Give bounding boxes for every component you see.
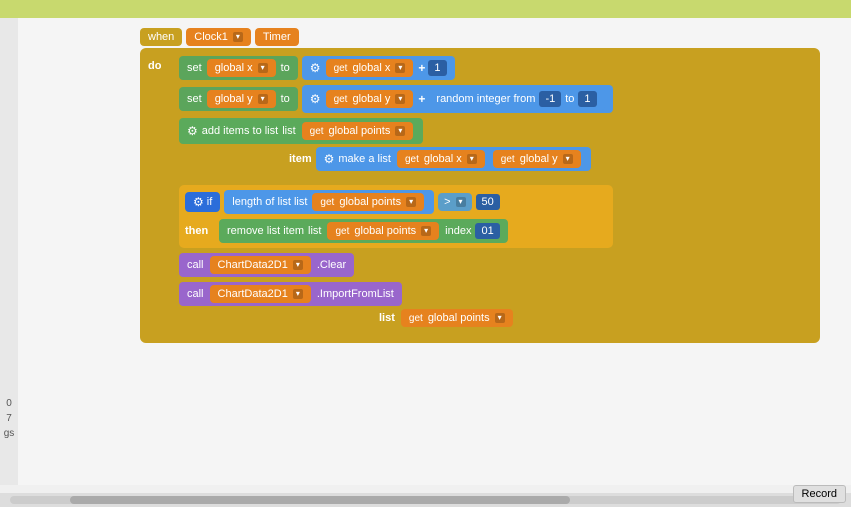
gear-icon-make: ⚙	[324, 152, 335, 166]
get-global-y-block[interactable]: get global y ▾	[326, 90, 414, 108]
top-bar	[0, 0, 851, 18]
length-points-dropdown[interactable]: get global points ▾	[312, 193, 424, 211]
global-x-arrow[interactable]: ▾	[258, 63, 268, 73]
num-one[interactable]: 1	[428, 60, 446, 76]
timer-block[interactable]: Timer	[255, 28, 299, 46]
length-of-list-block[interactable]: length of list list get global points ▾	[224, 190, 434, 214]
when-block[interactable]: when	[140, 28, 182, 46]
gear-icon-y: ⚙	[310, 92, 321, 106]
get-x-plus-block[interactable]: ⚙ get global x ▾ + 1	[302, 56, 455, 80]
make-list-x[interactable]: get global x ▾	[397, 150, 485, 168]
clock1-dropdown[interactable]: ▾	[233, 32, 243, 42]
gear-icon-add: ⚙	[187, 124, 198, 138]
scrollbar-thumb[interactable]	[70, 496, 570, 504]
num-fifty[interactable]: 50	[476, 194, 500, 210]
left-label: gs	[4, 428, 15, 439]
blocks-workspace: when Clock1 ▾ Timer do set	[140, 28, 820, 343]
do-section: do set global x ▾ to ⚙	[148, 56, 812, 327]
bottom-scrollbar	[0, 493, 851, 507]
clock1-block[interactable]: Clock1 ▾	[186, 28, 251, 46]
num-minus1[interactable]: -1	[539, 91, 561, 107]
left-number: 0	[6, 398, 12, 409]
num-zero1[interactable]: 01	[475, 223, 499, 239]
make-list-block[interactable]: ⚙ make a list get global x ▾ get global …	[316, 147, 591, 171]
item-label: item	[289, 153, 312, 165]
import-points-arrow[interactable]: ▾	[495, 313, 505, 323]
get-y-plus-block[interactable]: ⚙ get global y ▾ + random integer from -…	[302, 85, 613, 113]
remove-block[interactable]: remove list item list get global points …	[219, 219, 508, 243]
call-import-block[interactable]: call ChartData2D1 ▾ .ImportFromList	[179, 282, 402, 306]
chart-data-arrow[interactable]: ▾	[293, 260, 303, 270]
canvas-area: 0 7 gs when Clock1 ▾ Timer do	[0, 18, 851, 485]
import-list-row: list get global points ▾	[379, 309, 613, 327]
set-x-row: set global x ▾ to ⚙ get global x	[179, 56, 613, 80]
gt-arrow[interactable]: ▾	[456, 197, 466, 207]
chart-data2-dropdown[interactable]: ChartData2D1 ▾	[210, 285, 311, 303]
make-list-y[interactable]: get global y ▾	[493, 150, 581, 168]
remove-points-arrow[interactable]: ▾	[421, 226, 431, 236]
make-x-arrow[interactable]: ▾	[467, 154, 477, 164]
if-block-outer: ⚙ if length of list list get global poin…	[179, 185, 613, 248]
record-button[interactable]: Record	[793, 485, 846, 503]
left-panel: 0 7 gs	[0, 18, 18, 485]
list4-label: list	[379, 312, 395, 324]
global-y-dropdown[interactable]: global y ▾	[207, 90, 276, 108]
add-items-row: ⚙ add items to list list get global poin…	[179, 118, 613, 144]
when-timer-row: when Clock1 ▾ Timer	[140, 28, 820, 46]
call-import-section: call ChartData2D1 ▾ .ImportFromList list	[179, 282, 613, 327]
left-number2: 7	[6, 413, 12, 424]
chart-data2-arrow[interactable]: ▾	[293, 289, 303, 299]
gt-block[interactable]: > ▾	[438, 193, 471, 211]
make-y-arrow[interactable]: ▾	[563, 154, 573, 164]
scrollbar-track[interactable]	[10, 496, 841, 504]
points-arrow[interactable]: ▾	[395, 126, 405, 136]
when-label: when	[148, 31, 174, 43]
get-global-x-block[interactable]: get global x ▾	[326, 59, 414, 77]
then-section: then remove list item list get global po…	[185, 219, 607, 243]
random-block[interactable]: random integer from -1 to 1	[428, 88, 604, 110]
add-items-block[interactable]: ⚙ add items to list list get global poin…	[179, 118, 423, 144]
item-row: item ⚙ make a list get global x ▾	[289, 147, 613, 171]
length-points-arrow[interactable]: ▾	[406, 197, 416, 207]
set-x-block[interactable]: set global x ▾ to	[179, 56, 298, 80]
gear-icon-if: ⚙	[193, 195, 204, 209]
do-label: do	[148, 60, 173, 72]
if-block[interactable]: ⚙ if	[185, 192, 220, 212]
then-label: then	[185, 225, 215, 237]
global-x-dropdown[interactable]: global x ▾	[207, 59, 276, 77]
call-clear-block[interactable]: call ChartData2D1 ▾ .Clear	[179, 253, 354, 277]
num-one2[interactable]: 1	[578, 91, 596, 107]
set-y-block[interactable]: set global y ▾ to	[179, 87, 298, 111]
add-items-section: ⚙ add items to list list get global poin…	[179, 118, 613, 171]
remove-points-dropdown[interactable]: get global points ▾	[327, 222, 439, 240]
get-y-arrow[interactable]: ▾	[395, 94, 405, 104]
call-clear-row: call ChartData2D1 ▾ .Clear	[179, 253, 613, 277]
do-inner: set global x ▾ to ⚙ get global x	[179, 56, 613, 327]
get-x-arrow[interactable]: ▾	[395, 63, 405, 73]
call-import-row: call ChartData2D1 ▾ .ImportFromList	[179, 282, 613, 306]
gear-icon-x: ⚙	[310, 61, 321, 75]
global-y-arrow[interactable]: ▾	[258, 94, 268, 104]
spacer1	[179, 176, 613, 180]
global-points-dropdown[interactable]: get global points ▾	[302, 122, 414, 140]
chart-data-dropdown[interactable]: ChartData2D1 ▾	[210, 256, 311, 274]
if-header-row: ⚙ if length of list list get global poin…	[185, 190, 607, 214]
import-points-dropdown[interactable]: get global points ▾	[401, 309, 513, 327]
set-y-row: set global y ▾ to ⚙ get global y	[179, 85, 613, 113]
outer-container: do set global x ▾ to ⚙	[140, 48, 820, 343]
